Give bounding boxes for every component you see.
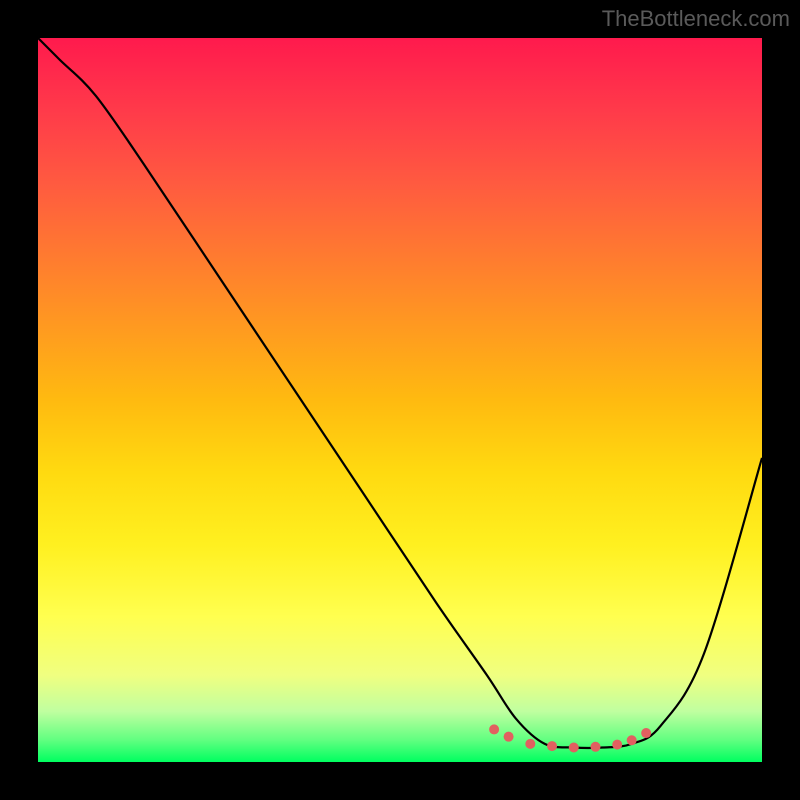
highlight-dot — [504, 732, 514, 742]
highlight-dot — [641, 728, 651, 738]
highlight-dot — [590, 742, 600, 752]
main-curve-line — [38, 38, 762, 748]
chart-svg — [38, 38, 762, 762]
highlight-dot — [525, 739, 535, 749]
chart-plot-area — [38, 38, 762, 762]
highlight-dot — [612, 740, 622, 750]
watermark-text: TheBottleneck.com — [602, 6, 790, 32]
highlight-dot — [547, 741, 557, 751]
highlight-dot — [489, 724, 499, 734]
highlight-dot — [627, 735, 637, 745]
highlight-dot — [569, 743, 579, 753]
highlight-dots-group — [489, 724, 651, 752]
